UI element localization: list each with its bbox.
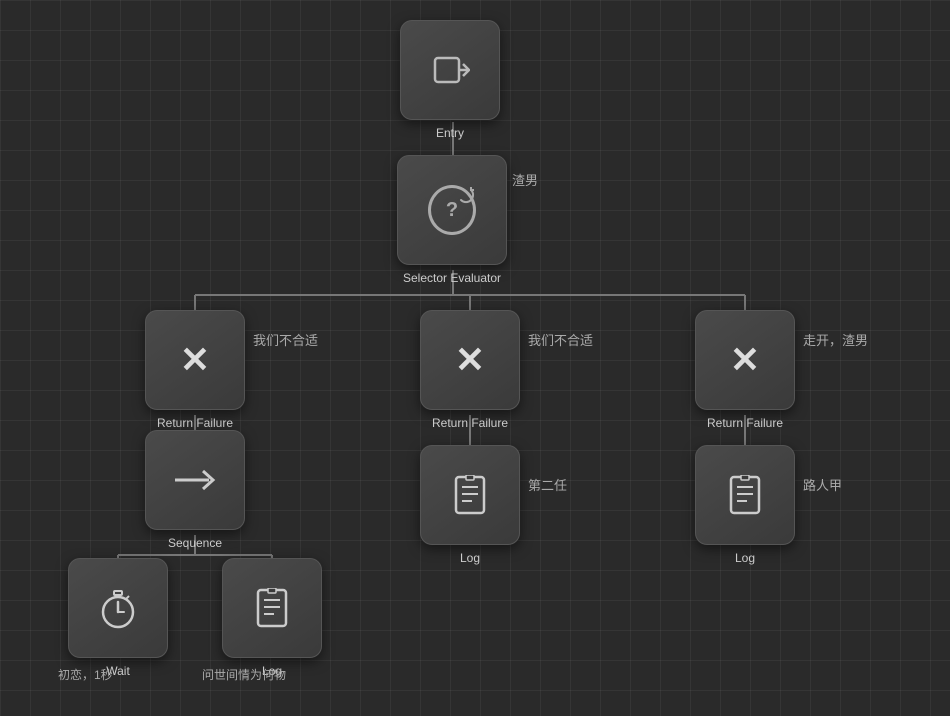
log-1-box: [420, 445, 520, 545]
entry-node-box: [400, 20, 500, 120]
selector-evaluator-box: ?: [397, 155, 507, 265]
selector-evaluator-label: Selector Evaluator: [403, 271, 501, 285]
log-3-box: [222, 558, 322, 658]
sequence-icon: [171, 456, 219, 504]
x-icon-1: ✕: [171, 336, 219, 384]
selector-evaluator-node[interactable]: ? Selector Evaluator 渣男: [397, 155, 507, 285]
return-failure-3-comment: 走开，渣男: [803, 330, 868, 349]
entry-node[interactable]: Entry: [400, 20, 500, 140]
return-failure-3-label: Return Failure: [707, 416, 783, 430]
log-2-label: Log: [735, 551, 755, 565]
log-icon-1: [446, 471, 494, 519]
return-failure-1-node[interactable]: ✕ Return Failure 我们不合适: [145, 310, 245, 430]
wait-box: [68, 558, 168, 658]
log-3-comment: 问世间情为何物: [202, 666, 286, 683]
log-1-comment: 第二任: [528, 475, 567, 494]
log-2-node[interactable]: Log 路人甲: [695, 445, 795, 565]
log-icon-2: [721, 471, 769, 519]
log-1-node[interactable]: Log 第二任: [420, 445, 520, 565]
return-failure-2-node[interactable]: ✕ Return Failure 我们不合适: [420, 310, 520, 430]
selector-icon: ?: [428, 186, 476, 234]
wait-comment: 初恋，1秒: [58, 666, 113, 683]
return-failure-2-box: ✕: [420, 310, 520, 410]
log-3-node[interactable]: Log 问世间情为何物: [222, 558, 322, 678]
return-failure-3-box: ✕: [695, 310, 795, 410]
return-failure-1-label: Return Failure: [157, 416, 233, 430]
return-failure-2-comment: 我们不合适: [528, 330, 593, 349]
sequence-label: Sequence: [168, 536, 222, 550]
return-failure-1-comment: 我们不合适: [253, 330, 318, 349]
return-failure-2-label: Return Failure: [432, 416, 508, 430]
log-1-label: Log: [460, 551, 480, 565]
entry-label: Entry: [436, 126, 464, 140]
sequence-box: [145, 430, 245, 530]
wait-node[interactable]: Wait 初恋，1秒: [68, 558, 168, 678]
x-icon-2: ✕: [446, 336, 494, 384]
selector-evaluator-comment: 渣男: [512, 170, 538, 189]
return-failure-3-node[interactable]: ✕ Return Failure 走开，渣男: [695, 310, 795, 430]
log-2-comment: 路人甲: [803, 475, 842, 494]
entry-icon: [426, 46, 474, 94]
return-failure-1-box: ✕: [145, 310, 245, 410]
log-2-box: [695, 445, 795, 545]
sequence-node[interactable]: Sequence: [145, 430, 245, 550]
log-icon-3: [248, 584, 296, 632]
x-icon-3: ✕: [721, 336, 769, 384]
wait-icon: [94, 584, 142, 632]
